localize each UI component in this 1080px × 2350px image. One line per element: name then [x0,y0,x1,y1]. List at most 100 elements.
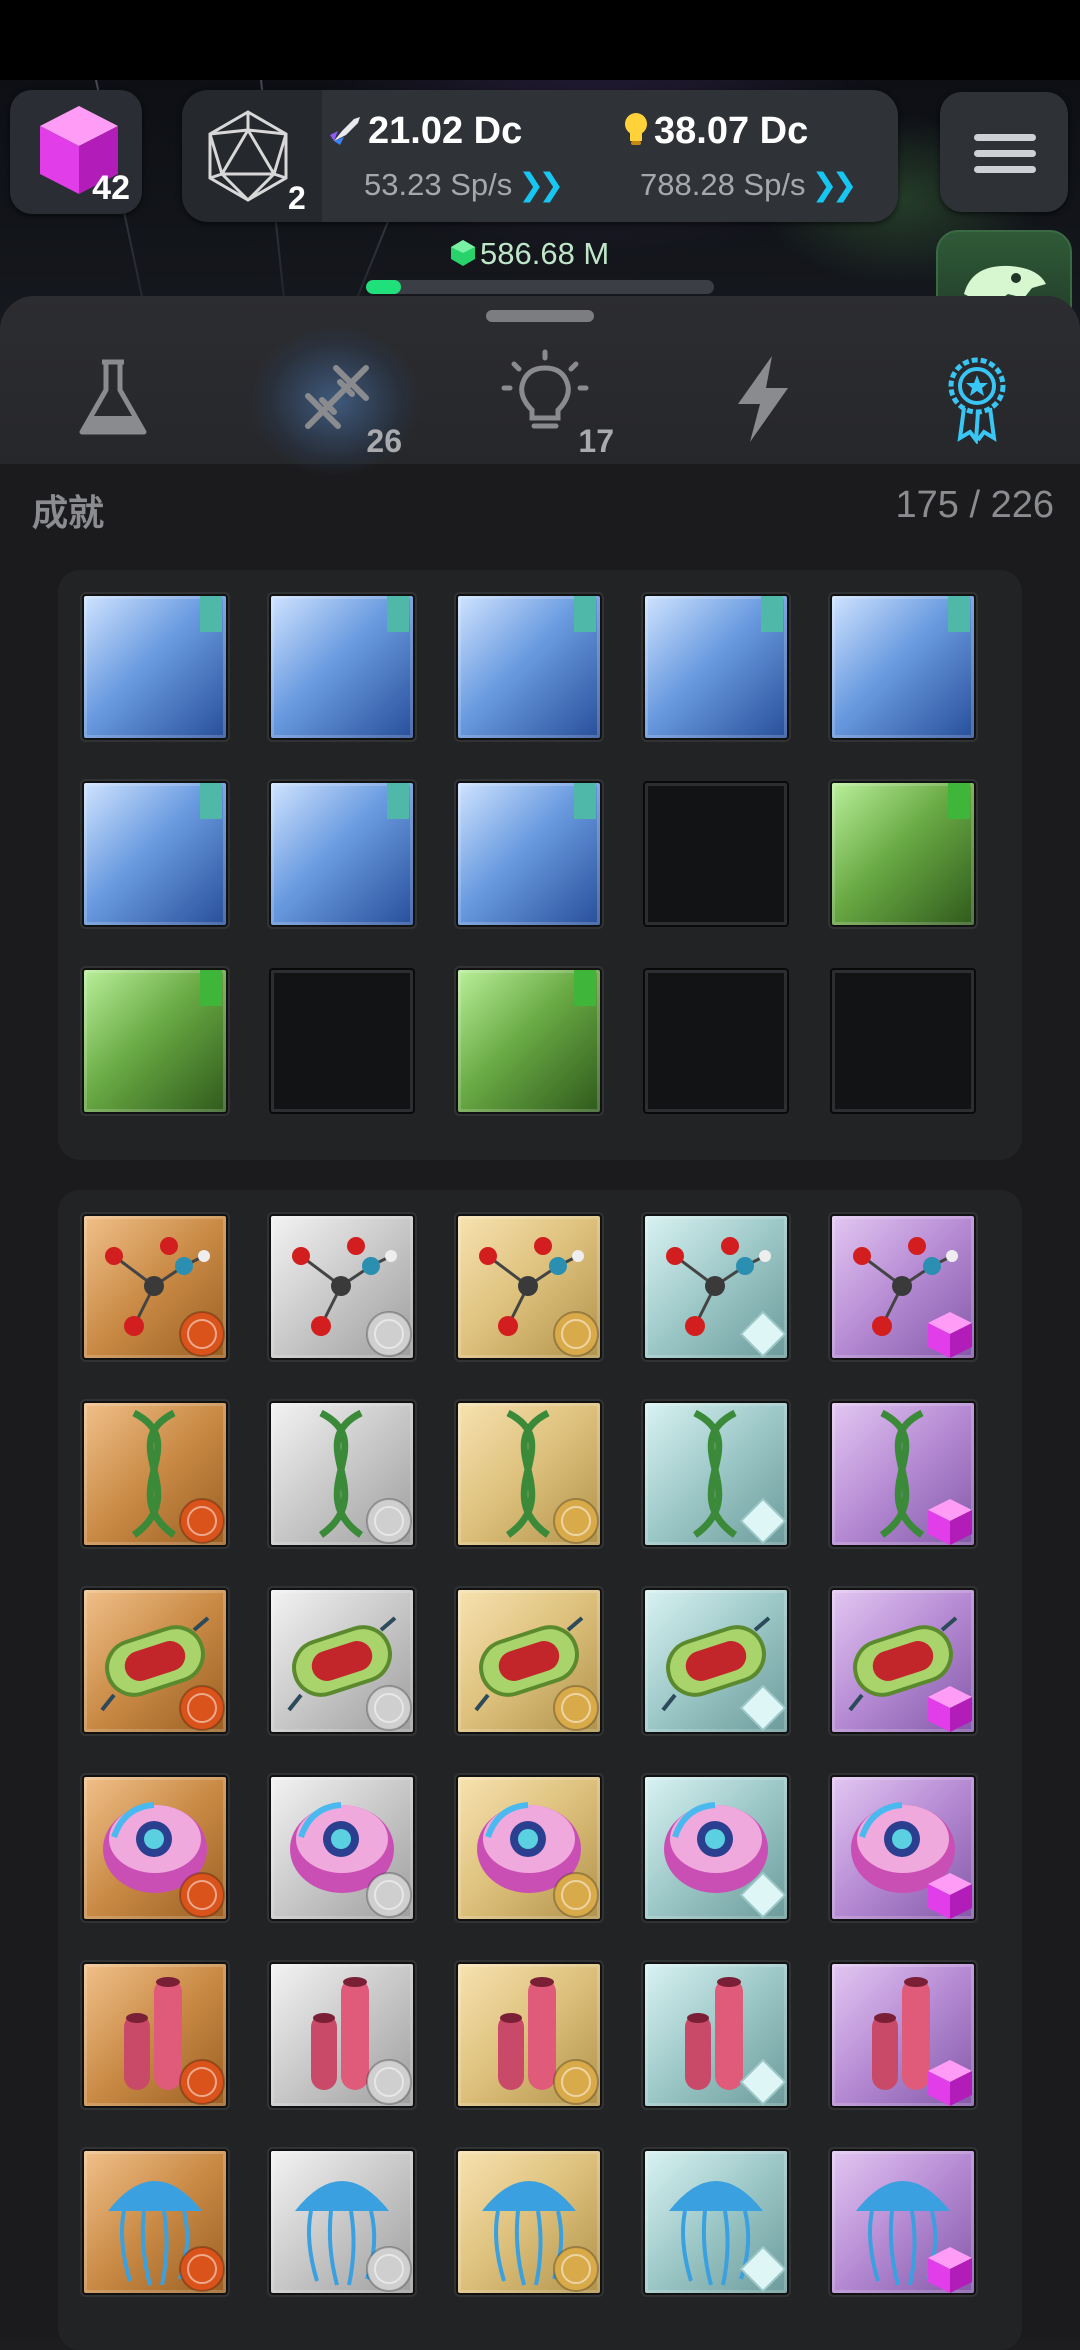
collection-grid-panel [58,1190,1022,2350]
achievement-tile[interactable] [271,783,413,925]
molecule-gold-tile[interactable] [458,1216,600,1358]
tab-bar: 26 17 [0,296,1080,476]
jellyfish-gold-tile[interactable] [458,2151,600,2293]
gold-coin-icon [550,1495,600,1545]
gold-coin-icon [550,2243,600,2293]
bottom-sheet: 26 17 成就 175 / 226 [0,296,1080,2350]
resource-value: 586.68 M [480,236,610,271]
achievement-tile[interactable] [832,783,974,925]
tab-achievements[interactable] [920,344,1040,454]
molecule-silver-tile[interactable] [271,1216,413,1358]
level-number: 2 [288,180,306,216]
dna-purple-tile[interactable] [832,1403,974,1545]
double-chevron-icon: ❯❯ [518,167,564,202]
menu-button[interactable] [940,92,1068,212]
flask-icon [79,359,147,435]
stat-research: 21.02 Dc 53.23 Sp/s ❯❯ [328,110,564,203]
hamburger-line [974,150,1036,157]
bookmark-ribbon-icon [387,596,409,632]
cell-bronze-tile[interactable] [84,1777,226,1919]
hamburger-line [974,134,1036,141]
sponge-bronze-tile[interactable] [84,1964,226,2106]
jellyfish-silver-tile[interactable] [271,2151,413,2293]
tab-ideas[interactable]: 17 [490,344,614,459]
achievement-tile[interactable] [458,596,600,738]
cube-tier-icon [924,2243,974,2293]
sponge-silver-tile[interactable] [271,1964,413,2106]
achievement-tile[interactable] [458,970,600,1112]
resource-readout: 586.68 M [450,236,609,272]
achievement-count: 175 / 226 [895,484,1054,526]
cube-tier-icon [924,1682,974,1732]
silver-coin-icon [363,1682,413,1732]
cell-purple-tile[interactable] [832,1777,974,1919]
bookmark-ribbon-icon [574,596,596,632]
medal-icon [948,357,1006,444]
cell-diamond-tile[interactable] [645,1777,787,1919]
locked-achievement-tile[interactable] [645,970,787,1112]
jellyfish-purple-tile[interactable] [832,2151,974,2293]
cube-currency-button[interactable]: 42 [10,90,142,214]
hamburger-line [974,166,1036,173]
cube-tier-icon [924,1308,974,1358]
dna-bronze-tile[interactable] [84,1403,226,1545]
jellyfish-diamond-tile[interactable] [645,2151,787,2293]
stats-panel[interactable]: 2 21.02 Dc 53.23 Sp/s ❯❯ 38.07 Dc 788.28 … [182,90,898,222]
section-title: 成就 [32,492,105,533]
gold-coin-icon [550,1869,600,1919]
cube-count: 42 [92,169,130,207]
bacterium-bronze-tile[interactable] [84,1590,226,1732]
achievement-tile[interactable] [645,596,787,738]
achievement-tile[interactable] [271,596,413,738]
status-bar [0,0,1080,80]
bookmark-ribbon-icon [200,596,222,632]
research-rate: 53.23 Sp/s [364,167,513,202]
tab-dna[interactable]: 26 [278,344,402,459]
diamond-tier-icon [737,2243,787,2293]
stat-ideas: 38.07 Dc 788.28 Sp/s ❯❯ [622,110,857,203]
green-gem-icon [451,240,475,266]
bacterium-silver-tile[interactable] [271,1590,413,1732]
molecule-diamond-tile[interactable] [645,1216,787,1358]
molecule-purple-tile[interactable] [832,1216,974,1358]
ideas-rate: 788.28 Sp/s [640,167,806,202]
double-chevron-icon: ❯❯ [811,167,857,202]
molecule-bronze-tile[interactable] [84,1216,226,1358]
dna-gold-tile[interactable] [458,1403,600,1545]
cell-gold-tile[interactable] [458,1777,600,1919]
locked-achievement-tile[interactable] [832,970,974,1112]
achievement-tile[interactable] [832,596,974,738]
dna-diamond-tile[interactable] [645,1403,787,1545]
bookmark-ribbon-icon [200,783,222,819]
bacterium-diamond-tile[interactable] [645,1590,787,1732]
achievement-tile[interactable] [84,596,226,738]
cube-tier-icon [924,1495,974,1545]
bacterium-purple-tile[interactable] [832,1590,974,1732]
achievement-tile[interactable] [458,783,600,925]
lightbulb-icon [625,113,647,145]
diamond-tier-icon [737,1869,787,1919]
cell-silver-tile[interactable] [271,1777,413,1919]
achievement-tile[interactable] [84,783,226,925]
sponge-diamond-tile[interactable] [645,1964,787,2106]
tab-power[interactable] [706,344,826,454]
jellyfish-bronze-tile[interactable] [84,2151,226,2293]
bronze-coin-icon [176,2243,226,2293]
progress-fill [366,280,401,294]
tab-lab[interactable] [56,344,176,454]
locked-achievement-tile[interactable] [271,970,413,1112]
achievement-grid-panel [58,570,1022,1160]
dna-silver-tile[interactable] [271,1403,413,1545]
achievement-tile[interactable] [84,970,226,1112]
silver-coin-icon [363,1869,413,1919]
bronze-coin-icon [176,1308,226,1358]
bookmark-ribbon-icon [948,783,970,819]
bacterium-gold-tile[interactable] [458,1590,600,1732]
research-value: 21.02 Dc [368,110,523,152]
sponge-gold-tile[interactable] [458,1964,600,2106]
drag-handle[interactable] [486,310,594,322]
diamond-tier-icon [737,1308,787,1358]
locked-achievement-tile[interactable] [645,783,787,925]
sponge-purple-tile[interactable] [832,1964,974,2106]
rocket-icon [330,117,360,145]
